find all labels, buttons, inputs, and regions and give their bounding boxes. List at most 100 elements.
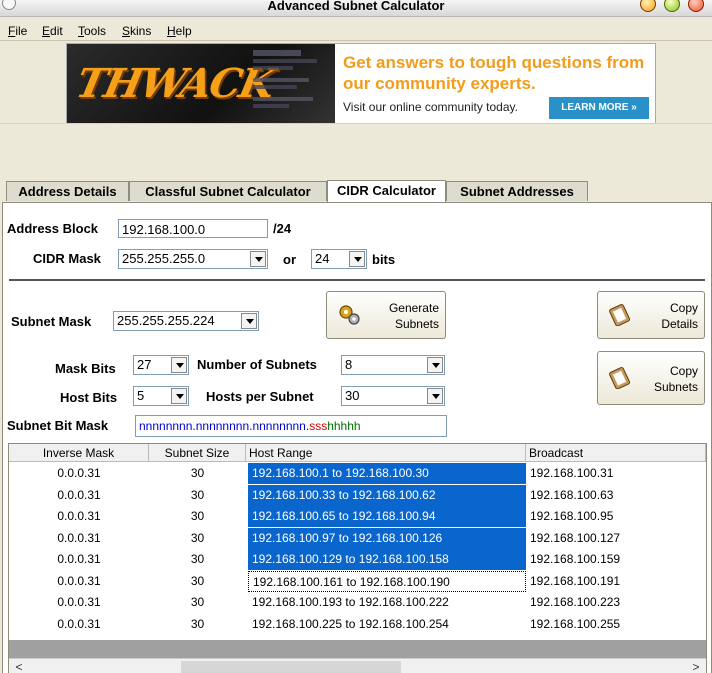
cidr-mask-label: CIDR Mask <box>33 251 101 266</box>
host-bits-label: Host Bits <box>60 390 118 405</box>
hosts-per-subnet-select[interactable]: 30 <box>341 386 445 406</box>
cell-broadcast[interactable]: 192.168.100.255 <box>526 614 706 635</box>
menu-file[interactable]: File <box>8 24 27 38</box>
number-of-subnets-value: 8 <box>345 357 353 372</box>
tab-cidr-calculator[interactable]: CIDR Calculator <box>327 180 446 203</box>
cell-subnet-size[interactable]: 30 <box>149 463 246 484</box>
scroll-left-icon[interactable]: < <box>11 659 27 673</box>
cell-subnet-size[interactable]: 30 <box>149 571 246 592</box>
tab-subnet-addresses[interactable]: Subnet Addresses <box>446 181 588 201</box>
banner-headline: Get answers to tough questions from our … <box>343 53 645 93</box>
cell-inverse-mask[interactable]: 0.0.0.31 <box>9 528 149 549</box>
table-row[interactable]: 0.0.0.31 30 192.168.100.33 to 192.168.100.… <box>9 484 706 506</box>
horizontal-scrollbar[interactable]: < > <box>9 658 706 673</box>
cell-broadcast[interactable]: 192.168.100.31 <box>526 463 706 484</box>
subnet-bit-mask-label: Subnet Bit Mask <box>7 418 109 433</box>
cell-broadcast[interactable]: 192.168.100.63 <box>526 485 706 506</box>
cell-broadcast[interactable]: 192.168.100.223 <box>526 592 706 613</box>
dropdown-arrow-icon[interactable] <box>427 388 443 404</box>
number-of-subnets-select[interactable]: 8 <box>341 355 445 375</box>
cidr-bits-value: 24 <box>315 251 330 266</box>
copy-subnets-button[interactable]: Copy Subnets <box>597 351 705 405</box>
table-row[interactable]: 0.0.0.31 30 192.168.100.193 to 192.168.100… <box>9 592 706 613</box>
clipboard-icon <box>609 304 630 326</box>
column-header-host-range[interactable]: Host Range <box>246 444 526 462</box>
copy-details-label: Copy Details <box>661 301 698 331</box>
subnet-table[interactable]: Inverse Mask Subnet Size Host Range Broa… <box>8 443 707 673</box>
banner-feed-decoration <box>253 48 333 120</box>
app-window: Advanced Subnet Calculator File Edit Too… <box>0 0 712 673</box>
column-header-broadcast[interactable]: Broadcast <box>526 444 706 462</box>
cell-broadcast[interactable]: 192.168.100.159 <box>526 549 706 570</box>
dropdown-arrow-icon[interactable] <box>427 357 443 373</box>
generate-subnets-button[interactable]: Generate Subnets <box>326 291 446 339</box>
clipboard-icon <box>609 367 630 389</box>
dropdown-arrow-icon[interactable] <box>171 388 187 404</box>
cell-host-range[interactable]: 192.168.100.97 to 192.168.100.126 <box>248 527 526 549</box>
cell-host-range[interactable]: 192.168.100.65 to 192.168.100.94 <box>248 506 526 527</box>
cell-subnet-size[interactable]: 30 <box>149 614 246 635</box>
dropdown-arrow-icon[interactable] <box>171 357 187 373</box>
bit-mask-host-part: hhhhh <box>327 419 361 433</box>
cell-broadcast[interactable]: 192.168.100.191 <box>526 571 706 592</box>
menu-edit[interactable]: Edit <box>42 24 63 38</box>
title-bar[interactable]: Advanced Subnet Calculator <box>0 0 712 17</box>
cell-host-range[interactable]: 192.168.100.193 to 192.168.100.222 <box>248 592 526 613</box>
scrollbar-thumb[interactable] <box>181 661 401 673</box>
cell-subnet-size[interactable]: 30 <box>149 485 246 506</box>
cell-inverse-mask[interactable]: 0.0.0.31 <box>9 571 149 592</box>
cell-inverse-mask[interactable]: 0.0.0.31 <box>9 506 149 527</box>
banner-subtext: Visit our online community today. <box>343 100 518 114</box>
table-row[interactable]: 0.0.0.31 30 192.168.100.161 to 192.168.100… <box>9 570 706 592</box>
prefix-label: /24 <box>273 221 292 236</box>
cell-inverse-mask[interactable]: 0.0.0.31 <box>9 592 149 613</box>
host-bits-select[interactable]: 5 <box>133 386 189 406</box>
table-row[interactable]: 0.0.0.31 30 192.168.100.1 to 192.168.100.3… <box>9 463 706 484</box>
address-block-input[interactable]: 192.168.100.0 <box>118 219 268 238</box>
cell-inverse-mask[interactable]: 0.0.0.31 <box>9 463 149 484</box>
cell-host-range[interactable]: 192.168.100.225 to 192.168.100.254 <box>248 614 526 635</box>
scroll-right-icon[interactable]: > <box>688 659 704 673</box>
cell-inverse-mask[interactable]: 0.0.0.31 <box>9 549 149 570</box>
table-row[interactable]: 0.0.0.31 30 192.168.100.97 to 192.168.100.… <box>9 527 706 549</box>
generate-subnets-label: Generate Subnets <box>388 301 439 331</box>
cell-subnet-size[interactable]: 30 <box>149 549 246 570</box>
cell-host-range[interactable]: 192.168.100.33 to 192.168.100.62 <box>248 484 526 506</box>
dropdown-arrow-icon[interactable] <box>241 313 257 329</box>
mask-bits-select[interactable]: 27 <box>133 355 189 375</box>
table-row[interactable]: 0.0.0.31 30 192.168.100.65 to 192.168.100.… <box>9 506 706 527</box>
cell-host-range[interactable]: 192.168.100.129 to 192.168.100.158 <box>248 549 526 570</box>
dropdown-arrow-icon[interactable] <box>250 251 266 267</box>
number-of-subnets-label: Number of Subnets <box>197 357 317 372</box>
cell-broadcast[interactable]: 192.168.100.95 <box>526 506 706 527</box>
copy-details-button[interactable]: Copy Details <box>597 291 705 339</box>
menu-help[interactable]: Help <box>167 24 192 38</box>
column-header-inverse-mask[interactable]: Inverse Mask <box>9 444 149 462</box>
table-row[interactable]: 0.0.0.31 30 192.168.100.129 to 192.168.100… <box>9 549 706 570</box>
subnet-mask-select[interactable]: 255.255.255.224 <box>113 311 259 331</box>
menu-tools[interactable]: Tools <box>78 24 106 38</box>
address-block-label: Address Block <box>7 221 99 236</box>
cell-inverse-mask[interactable]: 0.0.0.31 <box>9 614 149 635</box>
cell-host-range[interactable]: 192.168.100.1 to 192.168.100.30 <box>248 463 526 484</box>
cell-host-range[interactable]: 192.168.100.161 to 192.168.100.190 <box>248 570 526 592</box>
ad-banner[interactable]: THWACK Get answers to tough questions fr… <box>66 43 656 124</box>
learn-more-button[interactable]: LEARN MORE » <box>549 97 649 119</box>
tab-address-details[interactable]: Address Details <box>6 181 129 201</box>
cidr-bits-select[interactable]: 24 <box>311 249 367 269</box>
or-label: or <box>283 252 296 267</box>
column-header-subnet-size[interactable]: Subnet Size <box>149 444 246 462</box>
dropdown-arrow-icon[interactable] <box>349 251 365 267</box>
cell-subnet-size[interactable]: 30 <box>149 528 246 549</box>
table-empty-area <box>9 640 706 660</box>
table-row[interactable]: 0.0.0.31 30 192.168.100.225 to 192.168.100… <box>9 614 706 635</box>
mask-bits-label: Mask Bits <box>55 361 116 376</box>
cell-subnet-size[interactable]: 30 <box>149 592 246 613</box>
cell-subnet-size[interactable]: 30 <box>149 506 246 527</box>
tab-classful-subnet-calculator[interactable]: Classful Subnet Calculator <box>129 181 327 201</box>
cell-broadcast[interactable]: 192.168.100.127 <box>526 528 706 549</box>
cidr-mask-select[interactable]: 255.255.255.0 <box>118 249 268 269</box>
bits-label: bits <box>372 252 396 267</box>
cell-inverse-mask[interactable]: 0.0.0.31 <box>9 485 149 506</box>
menu-skins[interactable]: Skins <box>122 24 151 38</box>
